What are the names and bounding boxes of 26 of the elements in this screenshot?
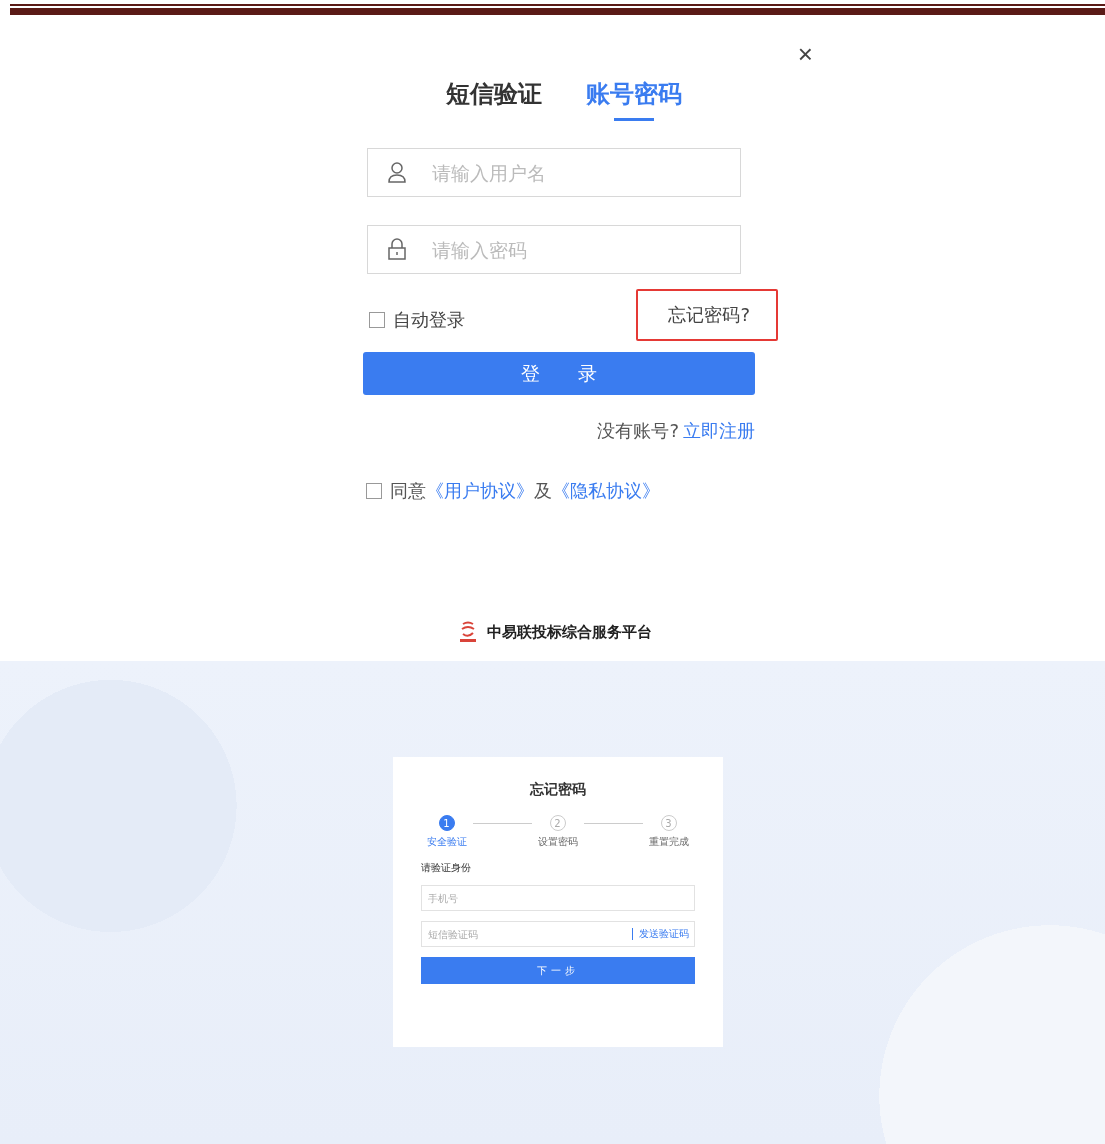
step-label: 安全验证 [426, 835, 467, 849]
send-code-link[interactable]: 发送验证码 [631, 928, 689, 940]
logo-icon [459, 621, 477, 643]
step-label: 设置密码 [537, 835, 578, 849]
input-field[interactable]: 手机号 [420, 885, 695, 911]
step-number: 1 [438, 815, 455, 831]
checkbox[interactable] [369, 312, 385, 328]
step-label: 重置完成 [648, 835, 689, 849]
next-button[interactable]: 下一步 [420, 957, 695, 984]
input-field[interactable]: 请输入密码 [367, 225, 741, 274]
verify-prompt: 请验证身份 [420, 861, 472, 875]
forgot-password-link[interactable]: 忘记密码? [636, 289, 778, 341]
card-title: 忘记密码 [528, 781, 587, 799]
agreement-text: 同意《用户协议》及《隐私协议》 [390, 479, 660, 503]
agreement-link[interactable]: 《隐私协议》 [552, 480, 660, 501]
input-field[interactable]: 请输入用户名 [367, 148, 741, 197]
agreement-link[interactable]: 《用户协议》 [426, 480, 534, 501]
register-link[interactable]: 立即注册 [683, 419, 755, 443]
checkbox[interactable] [366, 483, 382, 499]
checkbox-label: 自动登录 [393, 308, 465, 332]
register-prompt: 没有账号? [597, 419, 679, 443]
close-button[interactable]: × [793, 40, 817, 68]
login-button[interactable]: 登 录 [363, 352, 755, 395]
login-tab[interactable]: 短信验证 [446, 78, 542, 121]
platform-title: 中易联投标综合服务平台 [487, 622, 652, 642]
login-tab[interactable]: 账号密码 [586, 78, 682, 121]
